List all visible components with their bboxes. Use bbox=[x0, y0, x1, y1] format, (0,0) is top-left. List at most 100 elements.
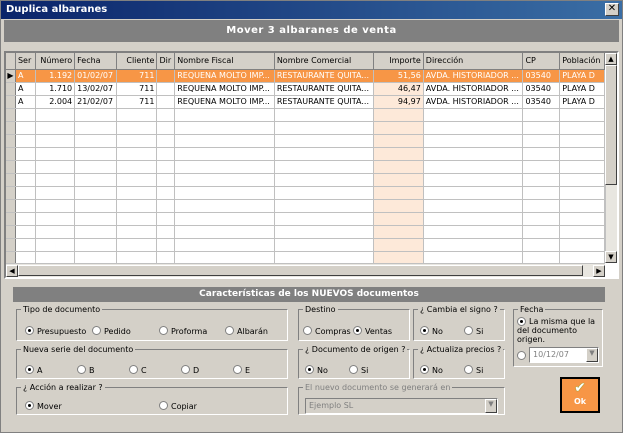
tipo-albaran-radio[interactable]: Albarán bbox=[225, 326, 268, 336]
empty-row[interactable] bbox=[6, 121, 605, 135]
table-cell bbox=[156, 225, 176, 239]
table-cell bbox=[373, 199, 424, 213]
fecha-same-radio[interactable]: La misma que la del documento origen. bbox=[517, 317, 601, 344]
scroll-down-icon[interactable]: ▼ bbox=[605, 251, 617, 263]
tipo-presupuesto-radio[interactable]: Presupuesto bbox=[25, 326, 86, 336]
table-cell: 03540 bbox=[522, 82, 561, 96]
horizontal-scroll-thumb[interactable] bbox=[18, 265, 583, 276]
chevron-down-icon[interactable]: ▼ bbox=[485, 399, 497, 413]
column-header[interactable]: Fecha bbox=[74, 53, 117, 70]
table-cell bbox=[15, 251, 36, 263]
table-cell: 711 bbox=[116, 82, 158, 96]
table-cell: A bbox=[15, 95, 36, 109]
serie-d-radio[interactable]: D bbox=[181, 365, 199, 375]
empty-row[interactable] bbox=[6, 186, 605, 200]
table-cell bbox=[156, 147, 176, 161]
serie-e-radio[interactable]: E bbox=[233, 365, 250, 375]
destino-ventas-radio[interactable]: Ventas bbox=[353, 326, 392, 336]
table-cell: 03540 bbox=[522, 69, 561, 83]
fecha-date-picker[interactable]: 10/12/07 ▼ bbox=[529, 347, 599, 363]
serie-b-radio[interactable]: B bbox=[77, 365, 95, 375]
table-cell bbox=[423, 225, 524, 239]
empty-row[interactable] bbox=[6, 108, 605, 122]
column-header[interactable]: Nombre Fiscal bbox=[174, 53, 275, 70]
table-cell: RESTAURANTE QUITA... bbox=[274, 95, 375, 109]
empty-row[interactable] bbox=[6, 251, 605, 263]
signo-si-radio[interactable]: Si bbox=[464, 326, 483, 336]
scroll-right-icon[interactable]: ▶ bbox=[593, 265, 605, 277]
column-header[interactable]: CP bbox=[522, 53, 561, 70]
table-cell bbox=[274, 121, 375, 135]
empty-row[interactable] bbox=[6, 212, 605, 226]
horizontal-scrollbar[interactable]: ◀ ▶ bbox=[6, 263, 605, 277]
documento-origen-group: ¿ Documento de origen ? No Si bbox=[298, 345, 410, 379]
table-cell bbox=[522, 238, 561, 252]
column-header[interactable]: Importe bbox=[373, 53, 424, 70]
column-header[interactable]: Ser bbox=[15, 53, 36, 70]
empty-row[interactable] bbox=[6, 173, 605, 187]
table-cell bbox=[15, 212, 36, 226]
row-indicator bbox=[6, 95, 16, 109]
column-header[interactable]: Dir bbox=[156, 53, 176, 70]
vertical-scroll-thumb[interactable] bbox=[605, 65, 617, 185]
scroll-up-icon[interactable]: ▲ bbox=[605, 53, 617, 65]
empty-row[interactable] bbox=[6, 160, 605, 174]
empty-row[interactable] bbox=[6, 225, 605, 239]
column-header[interactable]: Población bbox=[559, 53, 605, 70]
row-indicator-header bbox=[6, 53, 16, 70]
destino-compras-radio[interactable]: Compras bbox=[303, 326, 351, 336]
precios-no-radio[interactable]: No bbox=[420, 365, 443, 375]
table-cell bbox=[15, 121, 36, 135]
empty-row[interactable] bbox=[6, 238, 605, 252]
row-indicator bbox=[6, 121, 16, 135]
table-cell bbox=[74, 212, 117, 226]
table-cell bbox=[116, 186, 158, 200]
origen-no-radio[interactable]: No bbox=[305, 365, 328, 375]
ok-button[interactable]: ✔ Ok bbox=[560, 377, 600, 413]
tipo-pedido-radio[interactable]: Pedido bbox=[92, 326, 131, 336]
table-row[interactable]: A 1.710 13/02/07 711 REQUENA MOLTO IMP... RES… bbox=[6, 82, 605, 96]
tipo-proforma-radio[interactable]: Proforma bbox=[159, 326, 207, 336]
table-cell bbox=[373, 225, 424, 239]
fecha-custom-radio[interactable] bbox=[517, 351, 526, 360]
table-cell bbox=[156, 121, 176, 135]
row-indicator bbox=[6, 251, 16, 263]
table-cell bbox=[423, 186, 524, 200]
serie-a-radio[interactable]: A bbox=[25, 365, 42, 375]
table-cell bbox=[423, 212, 524, 226]
accion-copiar-radio[interactable]: Copiar bbox=[159, 401, 197, 411]
vertical-scrollbar[interactable]: ▲ ▼ bbox=[605, 53, 617, 263]
albaranes-grid[interactable]: Ser Número Fecha Cliente Dir Nombre Fiscal Nom… bbox=[4, 51, 619, 279]
accion-mover-radio[interactable]: Mover bbox=[25, 401, 62, 411]
origen-si-radio[interactable]: Si bbox=[349, 365, 368, 375]
table-cell bbox=[15, 108, 36, 122]
signo-no-radio[interactable]: No bbox=[420, 326, 443, 336]
column-header[interactable]: Dirección bbox=[423, 53, 524, 70]
table-cell: AVDA. HISTORIADOR ... bbox=[423, 95, 524, 109]
serie-c-radio[interactable]: C bbox=[129, 365, 147, 375]
precios-si-radio[interactable]: Si bbox=[464, 365, 483, 375]
empty-row[interactable] bbox=[6, 147, 605, 161]
table-cell: 46,47 bbox=[373, 82, 424, 96]
column-header[interactable]: Nombre Comercial bbox=[274, 53, 375, 70]
table-cell bbox=[522, 212, 561, 226]
row-indicator bbox=[6, 134, 16, 148]
table-cell bbox=[373, 160, 424, 174]
empty-row[interactable] bbox=[6, 134, 605, 148]
table-cell bbox=[559, 121, 605, 135]
empresa-select[interactable]: Ejemplo SL ▼ bbox=[305, 398, 498, 414]
table-cell bbox=[116, 134, 158, 148]
column-header[interactable]: Número bbox=[35, 53, 76, 70]
table-row[interactable]: A 2.004 21/02/07 711 REQUENA MOLTO IMP... RES… bbox=[6, 95, 605, 109]
table-cell bbox=[74, 160, 117, 174]
table-cell bbox=[373, 108, 424, 122]
close-icon[interactable]: ✕ bbox=[605, 3, 619, 16]
chevron-down-icon[interactable]: ▼ bbox=[586, 348, 598, 362]
scroll-left-icon[interactable]: ◀ bbox=[6, 265, 18, 277]
table-cell bbox=[156, 199, 176, 213]
column-header[interactable]: Cliente bbox=[116, 53, 158, 70]
table-cell bbox=[116, 173, 158, 187]
table-cell bbox=[522, 147, 561, 161]
empty-row[interactable] bbox=[6, 199, 605, 213]
table-row[interactable]: ▶ A 1.192 01/02/07 711 REQUENA MOLTO IMP... RE… bbox=[6, 69, 605, 83]
